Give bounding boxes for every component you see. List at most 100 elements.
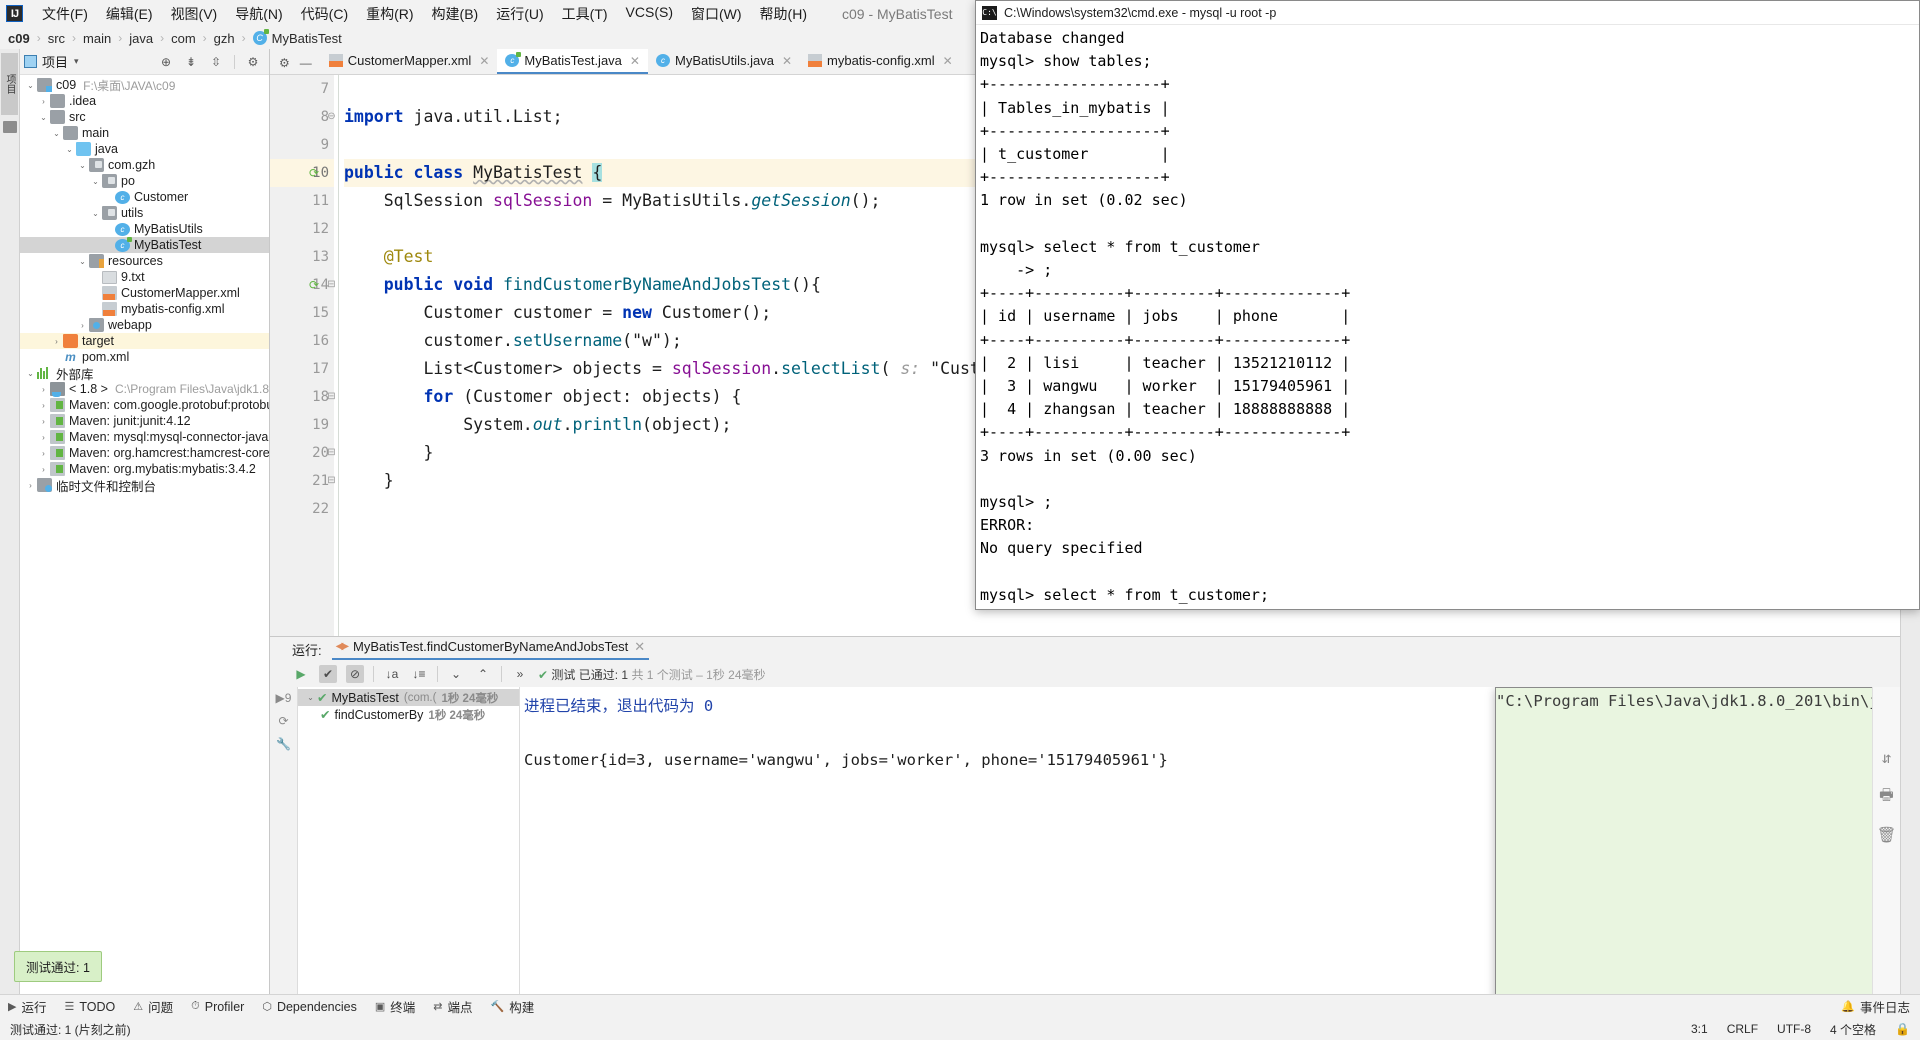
menu-item-5[interactable]: 重构(R) — [357, 1, 422, 27]
line-number-18[interactable]: 18 — [270, 383, 334, 411]
editor-gutter[interactable]: 7 8 ⊖ 9 10 ⟳ 11 12 13 14 ⟳ ⊟ 15 16 17 18 ⊟ 19 20 ⊟ 21 ⊟ 22 — [270, 75, 336, 636]
bottom-bar-TODO[interactable]: ☰ TODO — [64, 997, 115, 1016]
chevron-down-icon[interactable]: ⌄ — [50, 129, 63, 138]
tree-node-Maven--org.hamcrest-hamcrest-core-1[interactable]: › Maven: org.hamcrest:hamcrest-core:1 — [20, 445, 269, 461]
editor-tab-MyBatisTest.java[interactable]: c MyBatisTest.java ✕ — [497, 49, 648, 74]
breadcrumb-item-c09[interactable]: c09 — [8, 31, 30, 46]
tree-node-target[interactable]: › target — [20, 333, 269, 349]
menu-item-4[interactable]: 代码(C) — [292, 1, 357, 27]
line-number-7[interactable]: 7 — [270, 75, 334, 103]
chevron-right-icon[interactable]: › — [37, 465, 50, 474]
hide-ignored-toggle[interactable]: ⊘ — [346, 665, 364, 683]
menu-item-8[interactable]: 工具(T) — [553, 1, 617, 27]
line-separator[interactable]: CRLF — [1727, 1022, 1758, 1036]
tree-node---1.8--[interactable]: › < 1.8 > C:\Program Files\Java\jdk1.8. — [20, 381, 269, 397]
tree-node-mybatis-config.xml[interactable]: mybatis-config.xml — [20, 301, 269, 317]
chevron-down-icon[interactable]: ⌄ — [24, 81, 37, 90]
breadcrumb-item-main[interactable]: main — [83, 31, 111, 46]
chevron-down-icon[interactable]: ▾ — [74, 56, 79, 67]
tests-tree[interactable]: ⌄ ✔ MyBatisTest (com.(1秒 24毫秒 ✔ findCustomerB… — [298, 687, 520, 994]
tree-node---------[interactable]: › 临时文件和控制台 — [20, 477, 269, 494]
tree-node-utils[interactable]: ⌄ utils — [20, 205, 269, 221]
breadcrumb-item-com[interactable]: com — [171, 31, 196, 46]
tree-node-Customer[interactable]: c Customer — [20, 189, 269, 205]
bottom-bar-运行[interactable]: ▶ 运行 — [8, 997, 46, 1016]
menu-item-1[interactable]: 编辑(E) — [97, 1, 162, 27]
menu-item-0[interactable]: 文件(F) — [33, 1, 97, 27]
gear-icon[interactable]: ⚙ — [246, 55, 260, 69]
menu-item-2[interactable]: 视图(V) — [162, 1, 227, 27]
line-number-12[interactable]: 12 — [270, 215, 334, 243]
editor-tab-mybatis-config.xml[interactable]: mybatis-config.xml ✕ — [800, 49, 961, 74]
menu-item-6[interactable]: 构建(B) — [423, 1, 488, 27]
tree-node-MyBatisTest[interactable]: c MyBatisTest — [20, 236, 269, 253]
line-number-13[interactable]: 13 — [270, 243, 334, 271]
tree-node-webapp[interactable]: › webapp — [20, 317, 269, 333]
sort-by-duration-button[interactable]: ↓≡ — [410, 665, 428, 683]
menu-item-3[interactable]: 导航(N) — [226, 1, 291, 27]
tool-button-structure[interactable] — [2, 121, 17, 133]
tree-node-po[interactable]: ⌄ po — [20, 173, 269, 189]
tree-node-resources[interactable]: ⌄ resources — [20, 253, 269, 269]
menu-item-9[interactable]: VCS(S) — [617, 1, 682, 27]
chevron-right-icon[interactable]: › — [37, 449, 50, 458]
line-number-20[interactable]: 20 — [270, 439, 334, 467]
line-number-19[interactable]: 19 — [270, 411, 334, 439]
chevron-right-icon[interactable]: › — [24, 481, 37, 490]
tree-node-java[interactable]: ⌄ java — [20, 141, 269, 157]
menu-item-10[interactable]: 窗口(W) — [682, 1, 751, 27]
bottom-bar-问题[interactable]: ⚠ 问题 — [133, 997, 173, 1016]
chevron-down-icon[interactable]: ⌄ — [89, 209, 102, 218]
tree-node-CustomerMapper.xml[interactable]: CustomerMapper.xml — [20, 285, 269, 301]
project-tree[interactable]: ⌄ c09 F:\桌面\JAVA\c09 › .idea ⌄ src ⌄ main ⌄ java ⌄ c… — [20, 75, 269, 994]
close-icon[interactable]: ✕ — [943, 54, 953, 68]
expand-all-button[interactable]: ⌄ — [447, 665, 465, 683]
event-log-button[interactable]: 🔔 事件日志 — [1841, 997, 1910, 1016]
bottom-bar-构建[interactable]: 🔨 构建 — [491, 997, 535, 1016]
close-icon[interactable]: ✕ — [634, 639, 645, 655]
close-icon[interactable]: ✕ — [479, 54, 489, 68]
editor-tab-MyBatisUtils.java[interactable]: c MyBatisUtils.java ✕ — [648, 49, 800, 74]
bottom-bar-Profiler[interactable]: ⏱ Profiler — [191, 997, 244, 1016]
sort-alphabetically-button[interactable]: ↓a — [383, 665, 401, 683]
tree-node-MyBatisUtils[interactable]: c MyBatisUtils — [20, 221, 269, 237]
chevron-down-icon[interactable]: ⌄ — [63, 145, 76, 154]
test-row-MyBatisTest[interactable]: ⌄ ✔ MyBatisTest (com.(1秒 24毫秒 — [298, 689, 519, 706]
chevron-down-icon[interactable]: ⌄ — [37, 113, 50, 122]
rerun-button[interactable]: ▶ — [292, 665, 310, 683]
tree-node-.idea[interactable]: › .idea — [20, 93, 269, 109]
line-number-10[interactable]: 10 — [270, 159, 334, 187]
tree-node-Maven--mysql-mysql-connector-java-8.[interactable]: › Maven: mysql:mysql-connector-java:8. — [20, 429, 269, 445]
chevron-right-icon[interactable]: › — [37, 417, 50, 426]
chevron-down-icon[interactable]: ⌄ — [24, 369, 37, 378]
chevron-right-icon[interactable]: › — [37, 385, 50, 394]
bottom-bar-Dependencies[interactable]: ⬡ Dependencies — [262, 997, 357, 1016]
menu-item-11[interactable]: 帮助(H) — [751, 1, 816, 27]
line-number-17[interactable]: 17 — [270, 355, 334, 383]
tree-node-Maven--com.google.protobuf-protobu[interactable]: › Maven: com.google.protobuf:protobu — [20, 397, 269, 413]
chevron-right-icon[interactable]: › — [37, 401, 50, 410]
minimize-icon[interactable]: — — [300, 56, 312, 70]
run-gutter-icon[interactable]: ⟳ — [309, 166, 323, 180]
console-output[interactable]: 进程已结束，退出代码为 0 Customer{id=3, username='w… — [520, 687, 1900, 994]
expand-icon[interactable]: ⇳ — [209, 55, 223, 69]
test-row-findCustomerBy[interactable]: ✔ findCustomerBy 1秒 24毫秒 — [298, 706, 519, 723]
line-number-11[interactable]: 11 — [270, 187, 334, 215]
debug-icon[interactable]: ⟳ — [278, 714, 288, 728]
bottom-bar-端点[interactable]: ⇄ 端点 — [433, 997, 472, 1016]
file-encoding[interactable]: UTF-8 — [1777, 1022, 1811, 1036]
close-icon[interactable]: ✕ — [782, 54, 792, 68]
chevron-down-icon[interactable]: ⌄ — [76, 161, 89, 170]
chevron-down-icon[interactable]: ⌄ — [304, 693, 317, 702]
tree-node-main[interactable]: ⌄ main — [20, 125, 269, 141]
line-number-21[interactable]: 21 — [270, 467, 334, 495]
chevron-right-icon[interactable]: › — [76, 321, 89, 330]
close-icon[interactable]: ✕ — [630, 54, 640, 68]
chevron-right-icon[interactable]: › — [50, 337, 63, 346]
line-number-16[interactable]: 16 — [270, 327, 334, 355]
cmd-window[interactable]: C:\ C:\Windows\system32\cmd.exe - mysql … — [975, 0, 1920, 610]
chevron-down-icon[interactable]: ⌄ — [89, 177, 102, 186]
soft-wrap-icon[interactable]: ⇵ — [1882, 749, 1891, 767]
line-number-14[interactable]: 14 — [270, 271, 334, 299]
lock-icon[interactable]: 🔒 — [1895, 1022, 1910, 1036]
